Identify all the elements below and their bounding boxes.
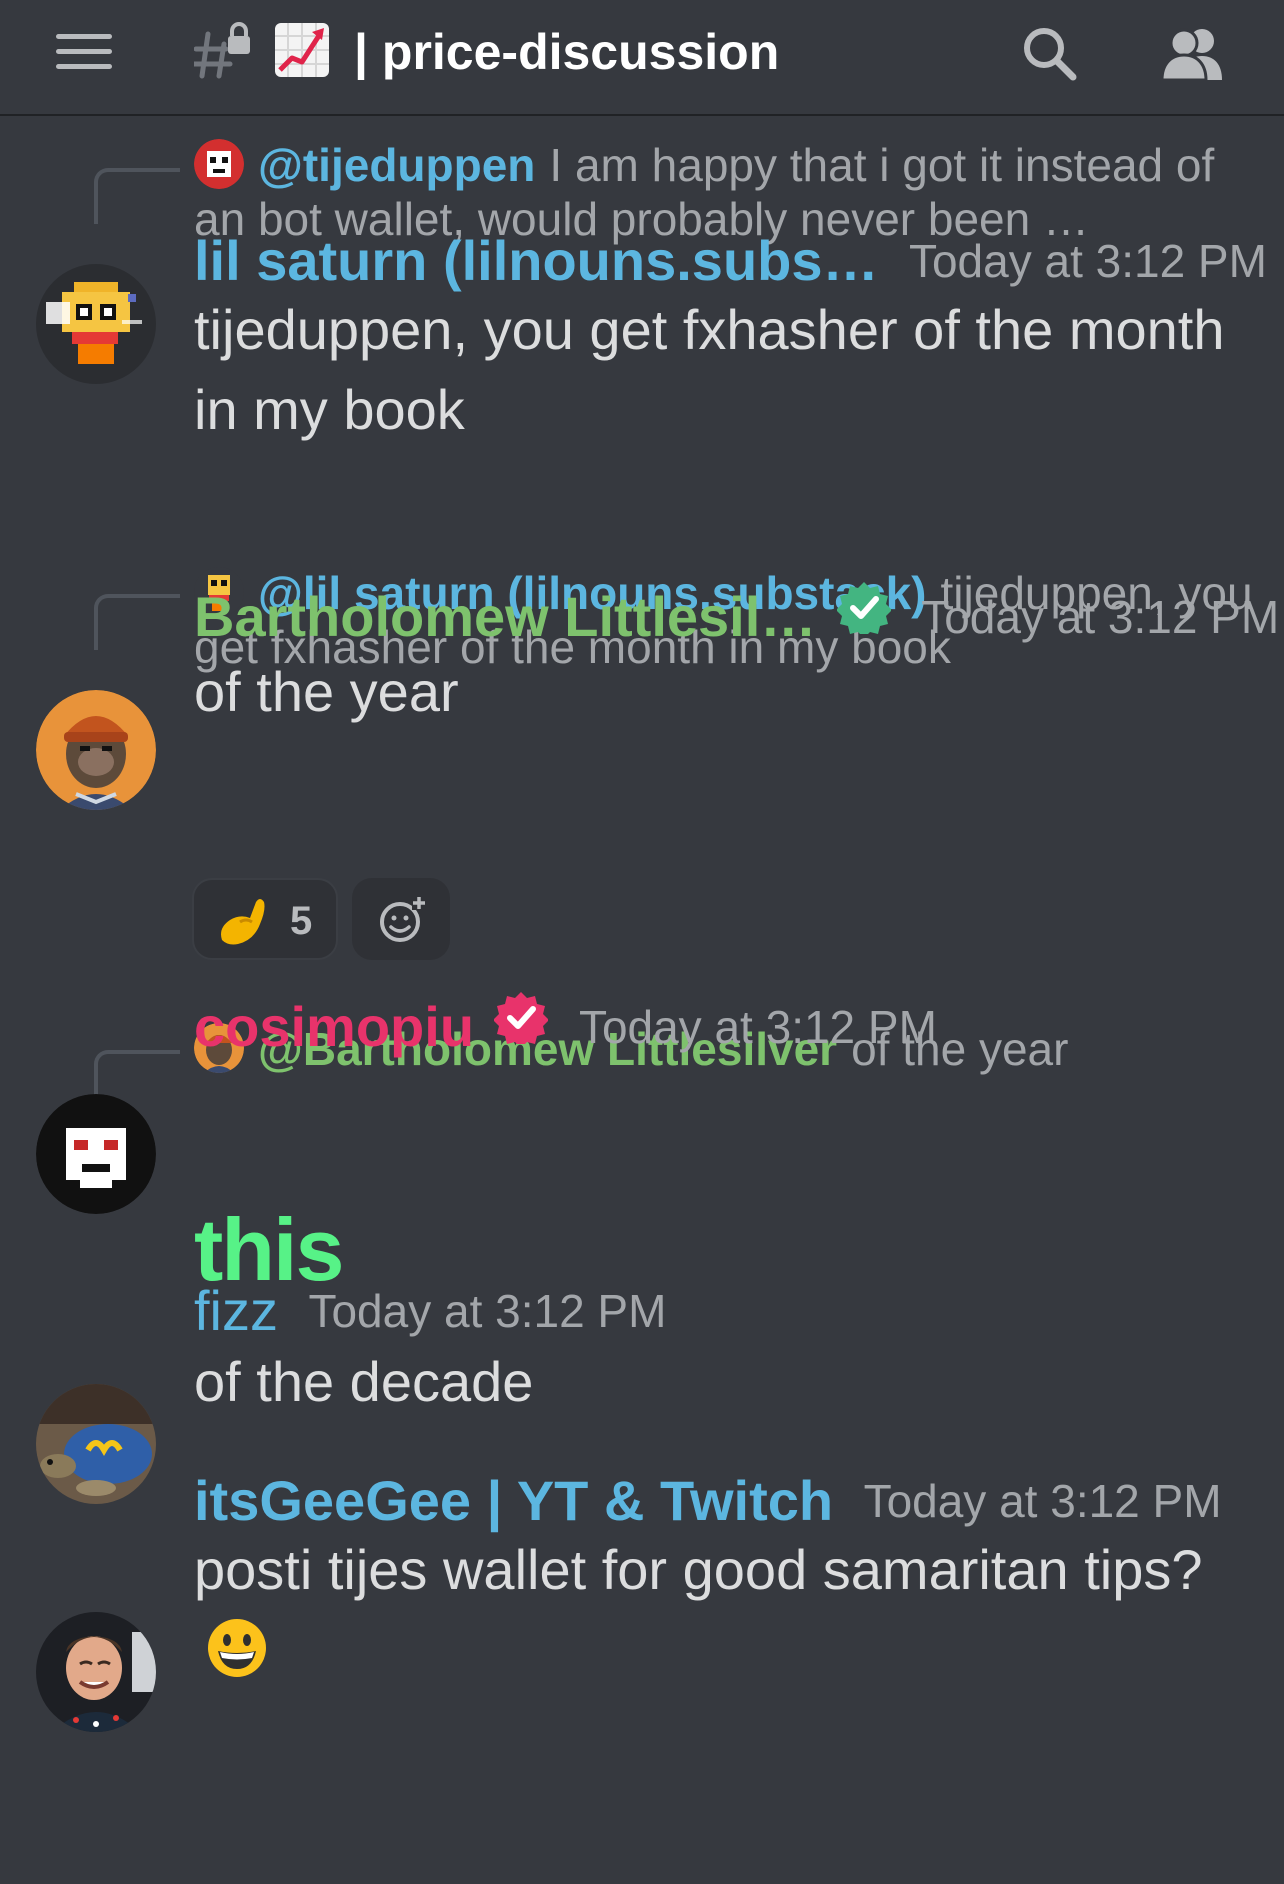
author-name[interactable]: cosimopiu — [194, 992, 474, 1062]
message-header: itsGeeGee | YT & Twitch Today at 3:12 PM — [194, 1466, 1254, 1536]
lil-saturn-avatar[interactable] — [36, 264, 156, 384]
fizz-avatar[interactable] — [36, 1384, 156, 1504]
message-content: of the decade — [194, 1350, 534, 1413]
message-header: cosimopiu Today at 3:12 PM — [194, 992, 1254, 1062]
cosimopiu-avatar[interactable] — [36, 1094, 156, 1214]
author-name[interactable]: lil saturn (lilnouns.subs… — [194, 226, 879, 296]
reply-connector — [94, 594, 180, 650]
channel-title: | price-discussion — [354, 20, 779, 84]
add-reaction-button[interactable] — [352, 878, 450, 960]
menu-icon[interactable] — [56, 32, 112, 70]
title-separator: | — [354, 24, 368, 80]
author-name[interactable]: itsGeeGee | YT & Twitch — [194, 1466, 833, 1536]
members-icon[interactable] — [1160, 24, 1226, 82]
timestamp: Today at 3:12 PM — [308, 1285, 667, 1337]
message-content: posti tijes wallet for good samaritan ti… — [194, 1530, 1254, 1690]
author-name[interactable]: fizz — [194, 1276, 278, 1346]
message-feed: @tijeduppen I am happy that i got it inst… — [0, 116, 1284, 1884]
grinning-face-icon — [208, 1619, 266, 1677]
verified-badge-icon — [836, 582, 891, 634]
verified-badge-icon — [494, 992, 549, 1044]
message-content: tijeduppen, you get fxhasher of the mont… — [194, 298, 1225, 441]
bartholomew-avatar[interactable] — [36, 690, 156, 810]
itsgeegee-avatar[interactable] — [36, 1612, 156, 1732]
tijeduppen-mini-avatar — [194, 139, 244, 189]
reply-connector — [94, 168, 180, 224]
message-header: Bartholomew Littlesil… Today at 3:12 PM — [194, 582, 1279, 652]
channel-name: price-discussion — [381, 24, 780, 80]
message-header: fizz Today at 3:12 PM — [194, 1276, 1254, 1346]
pinched-fingers-icon — [221, 899, 265, 945]
timestamp: Today at 3:12 PM — [908, 235, 1267, 287]
locked-channel-icon — [194, 22, 250, 79]
reply-mention[interactable]: @tijeduppen — [258, 139, 535, 191]
timestamp: Today at 3:12 PM — [578, 1001, 937, 1053]
message-text: posti tijes wallet for good samaritan ti… — [194, 1538, 1203, 1601]
message-header: lil saturn (lilnouns.subs… Today at 3:12… — [194, 226, 1267, 296]
reaction-count: 5 — [290, 899, 313, 943]
channel-header: | price-discussion — [0, 0, 1284, 116]
add-reaction-icon — [380, 896, 426, 942]
chart-increasing-icon — [275, 23, 329, 77]
search-icon[interactable] — [1020, 24, 1078, 82]
timestamp: Today at 3:12 PM — [863, 1475, 1222, 1527]
message-content: of the year — [194, 660, 459, 723]
reaction-pinched-fingers[interactable]: 5 — [192, 878, 338, 960]
author-name[interactable]: Bartholomew Littlesil… — [194, 582, 816, 652]
timestamp: Today at 3:12 PM — [921, 591, 1280, 643]
